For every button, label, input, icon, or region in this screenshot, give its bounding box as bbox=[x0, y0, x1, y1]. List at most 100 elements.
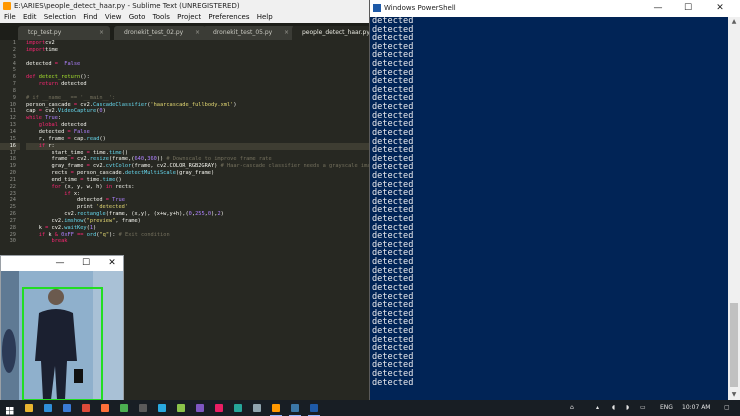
scroll-up-icon[interactable]: ▲ bbox=[728, 17, 740, 27]
minimize-button[interactable]: — bbox=[644, 0, 672, 17]
taskbar-app[interactable] bbox=[288, 402, 302, 416]
code-line[interactable] bbox=[26, 54, 370, 61]
code-token: frame bbox=[26, 156, 71, 163]
taskbar-app[interactable] bbox=[212, 402, 226, 414]
code-line[interactable]: r, frame = cap.read() bbox=[26, 136, 370, 143]
taskbar-app[interactable] bbox=[155, 402, 169, 414]
code-line[interactable]: importcv2 bbox=[26, 40, 370, 47]
code-line[interactable]: return detected bbox=[26, 81, 370, 88]
taskbar-app[interactable] bbox=[193, 402, 207, 414]
code-line[interactable]: frame = cv2.resize(frame,(640,360)) # Do… bbox=[26, 156, 370, 163]
code-token: () bbox=[115, 176, 122, 183]
tab-close-icon[interactable]: × bbox=[284, 26, 289, 40]
output-line: detected bbox=[372, 343, 414, 354]
menu-help[interactable]: Help bbox=[257, 12, 273, 23]
code-line[interactable]: detected = False bbox=[26, 129, 370, 136]
taskbar-app[interactable] bbox=[136, 402, 150, 414]
tray-notification-icon[interactable]: ▴ bbox=[596, 400, 599, 416]
code-line[interactable]: end_time = time.time() bbox=[26, 177, 370, 184]
powershell-output[interactable]: detected detected detected detected detected… bbox=[370, 17, 726, 400]
code-line[interactable]: cap = cv2.VideoCapture(0) bbox=[26, 108, 370, 115]
code-line[interactable]: detected = False bbox=[26, 61, 370, 68]
tab-tcp-test[interactable]: tcp_test.py × bbox=[18, 26, 110, 40]
tab-people-detect-haar[interactable]: people_detect_haar.py bbox=[292, 26, 370, 40]
code-token: detected bbox=[26, 128, 68, 135]
maximize-button[interactable]: ☐ bbox=[674, 0, 702, 17]
menu-edit[interactable]: Edit bbox=[23, 12, 37, 23]
menu-goto[interactable]: Goto bbox=[129, 12, 146, 23]
taskbar-app[interactable] bbox=[98, 402, 112, 414]
powershell-scrollbar[interactable]: ▲ ▼ bbox=[728, 17, 740, 400]
close-button[interactable]: ✕ bbox=[101, 256, 123, 270]
code-token: False bbox=[64, 60, 81, 67]
minimize-button[interactable]: — bbox=[49, 256, 71, 270]
code-line[interactable]: importtime bbox=[26, 47, 370, 54]
code-line[interactable]: start_time = time.time() bbox=[26, 150, 370, 157]
scroll-thumb[interactable] bbox=[730, 303, 738, 387]
tab-close-icon[interactable]: × bbox=[99, 26, 104, 40]
code-line[interactable] bbox=[26, 88, 370, 95]
taskbar-app[interactable] bbox=[174, 402, 188, 414]
preview-title-bar[interactable]: — ☐ ✕ bbox=[1, 256, 123, 270]
action-center-icon[interactable]: ▢ bbox=[724, 400, 730, 416]
code-line[interactable]: # if __name__ == '__main__': bbox=[26, 95, 370, 102]
tray-people-icon[interactable]: ⌂ bbox=[570, 400, 574, 416]
app-icon bbox=[253, 404, 261, 412]
taskbar-app[interactable] bbox=[269, 402, 283, 416]
tray-battery-icon[interactable]: ▭ bbox=[640, 400, 646, 416]
code-line[interactable]: if r: bbox=[26, 142, 370, 150]
code-token: cv2. bbox=[48, 224, 65, 231]
code-line[interactable]: cv2.imshow("preview", frame) bbox=[26, 218, 370, 225]
code-token: return bbox=[26, 81, 58, 88]
taskbar-app[interactable] bbox=[79, 402, 93, 414]
code-line[interactable]: for (x, y, w, h) in rects: bbox=[26, 184, 370, 191]
taskbar-app[interactable] bbox=[117, 402, 131, 414]
tab-close-icon[interactable]: × bbox=[195, 26, 200, 40]
code-token: cv2. bbox=[73, 156, 90, 163]
sublime-title-bar[interactable]: E:\ARIES\people_detect_haar.py - Sublime… bbox=[0, 0, 370, 12]
powershell-title-bar[interactable]: Windows PowerShell — ☐ ✕ bbox=[370, 0, 740, 17]
menu-file[interactable]: File bbox=[4, 12, 16, 23]
taskbar-app[interactable] bbox=[250, 402, 264, 414]
output-line: detected bbox=[372, 102, 414, 113]
taskbar-app[interactable] bbox=[231, 402, 245, 414]
taskbar-app[interactable] bbox=[60, 402, 74, 414]
camera-image bbox=[1, 271, 123, 400]
menu-find[interactable]: Find bbox=[83, 12, 97, 23]
scroll-down-icon[interactable]: ▼ bbox=[728, 390, 740, 400]
code-line[interactable]: print 'detected' bbox=[26, 204, 370, 211]
language-indicator[interactable]: ENG bbox=[660, 400, 673, 416]
tray-volume-icon[interactable]: ◗ bbox=[626, 400, 629, 416]
code-line[interactable]: break bbox=[26, 238, 370, 245]
taskbar-app[interactable] bbox=[307, 402, 321, 416]
close-button[interactable]: ✕ bbox=[706, 0, 734, 17]
clock[interactable]: 10:07 AM bbox=[682, 400, 710, 416]
code-line[interactable]: global detected bbox=[26, 122, 370, 129]
code-line[interactable]: k = cv2.waitKey(1) bbox=[26, 225, 370, 232]
taskbar-app[interactable] bbox=[41, 402, 55, 414]
code-line[interactable]: gray_frame = cv2.cvtColor(frame, cv2.COL… bbox=[26, 163, 371, 170]
tray-network-icon[interactable]: ◖ bbox=[612, 400, 615, 416]
taskbar-app[interactable] bbox=[22, 402, 36, 414]
code-line[interactable]: rects = person_cascade.detectMultiScale(… bbox=[26, 170, 370, 177]
code-line[interactable]: if k & 0xFF == ord("q"): # Exit conditio… bbox=[26, 232, 370, 239]
code-line[interactable] bbox=[26, 67, 370, 74]
start-button[interactable] bbox=[3, 402, 17, 415]
code-line[interactable]: person_cascade = cv2.CascadeClassifier('… bbox=[26, 102, 370, 109]
maximize-button[interactable]: ☐ bbox=[75, 256, 97, 270]
output-line: detected bbox=[372, 127, 414, 138]
code-line[interactable]: while True: bbox=[26, 115, 370, 122]
code-line[interactable]: def detect_return(): bbox=[26, 74, 370, 81]
menu-tools[interactable]: Tools bbox=[153, 12, 170, 23]
tab-dronekit-test-02[interactable]: dronekit_test_02.py × bbox=[114, 26, 206, 40]
code-token: 255 bbox=[195, 211, 205, 218]
menu-preferences[interactable]: Preferences bbox=[208, 12, 249, 23]
output-line: detected bbox=[372, 17, 414, 26]
menu-selection[interactable]: Selection bbox=[44, 12, 76, 23]
code-line[interactable]: detected = True bbox=[26, 197, 370, 204]
menu-project[interactable]: Project bbox=[177, 12, 201, 23]
tab-dronekit-test-05[interactable]: dronekit_test_05.py × bbox=[203, 26, 295, 40]
code-line[interactable]: if x: bbox=[26, 191, 370, 198]
code-line[interactable]: cv2.rectangle(frame, (x,y), (x+w,y+h),(0… bbox=[26, 211, 370, 218]
menu-view[interactable]: View bbox=[105, 12, 122, 23]
